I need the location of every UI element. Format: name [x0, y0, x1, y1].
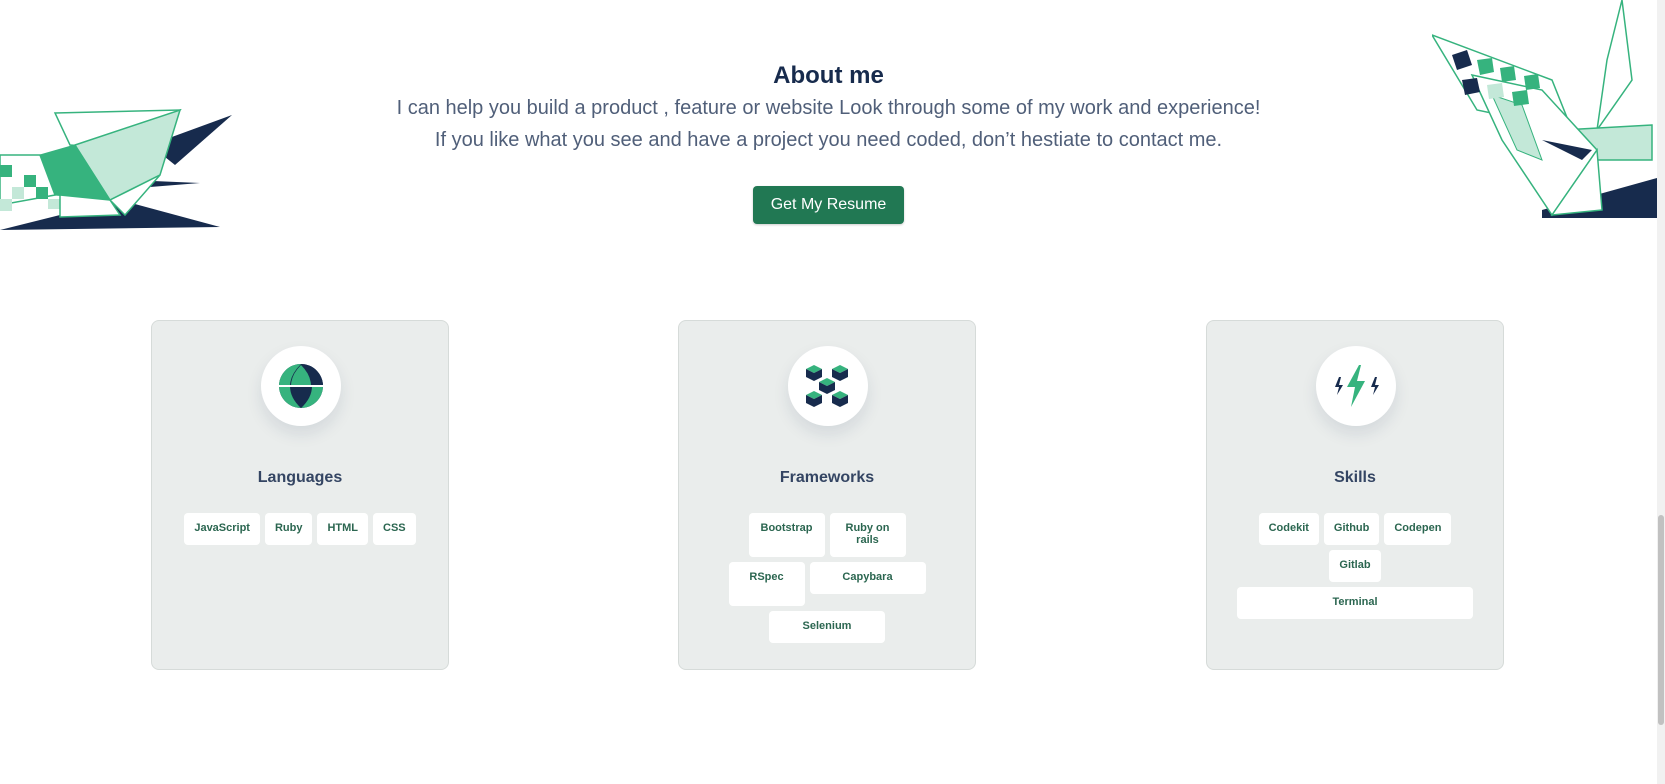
card-title: Languages: [257, 469, 343, 486]
tag: Codepen: [1384, 513, 1452, 545]
get-resume-button[interactable]: Get My Resume: [752, 186, 905, 224]
scrollbar-thumb[interactable]: [1658, 515, 1664, 725]
card-title: Skills: [1334, 469, 1376, 486]
tag: Bootstrap: [748, 513, 825, 557]
cubes-icon: [806, 365, 848, 407]
tag: Github: [1323, 513, 1380, 545]
tag-list: Bootstrap Ruby on rails RSpec Capybara S…: [709, 513, 945, 643]
lightning-icon: [1335, 365, 1379, 407]
tag: Gitlab: [1329, 550, 1381, 582]
page-scrollbar[interactable]: [1657, 0, 1665, 784]
tag-list: JavaScript Ruby HTML CSS: [182, 513, 418, 545]
globe-icon: [279, 364, 323, 408]
tag: RSpec: [728, 562, 805, 606]
about-line-2: If you like what you see and have a proj…: [434, 129, 1223, 151]
skills-icon-circle: [1316, 346, 1396, 426]
tag: Codekit: [1258, 513, 1319, 545]
page: About me I can help you build a product …: [0, 0, 1665, 784]
tag: CSS: [373, 513, 416, 545]
languages-icon-circle: [261, 346, 341, 426]
about-line-1: I can help you build a product , feature…: [396, 97, 1261, 119]
tag: Selenium: [769, 611, 885, 643]
tag: Ruby on rails: [829, 513, 906, 557]
tag: Terminal: [1237, 587, 1473, 619]
tag: HTML: [317, 513, 369, 545]
languages-card: Languages JavaScript Ruby HTML CSS: [151, 320, 449, 670]
about-heading: About me: [773, 62, 884, 89]
skills-card: Skills Codekit Github Codepen Gitlab Ter…: [1206, 320, 1504, 670]
tag-list: Codekit Github Codepen Gitlab Terminal: [1237, 513, 1473, 619]
tag: Ruby: [264, 513, 313, 545]
about-section: About me I can help you build a product …: [0, 60, 1657, 224]
tag: Capybara: [809, 562, 926, 594]
card-title: Frameworks: [779, 469, 875, 486]
tag: JavaScript: [184, 513, 260, 545]
frameworks-icon-circle: [788, 346, 868, 426]
frameworks-card: Frameworks Bootstrap Ruby on rails RSpec…: [678, 320, 976, 670]
